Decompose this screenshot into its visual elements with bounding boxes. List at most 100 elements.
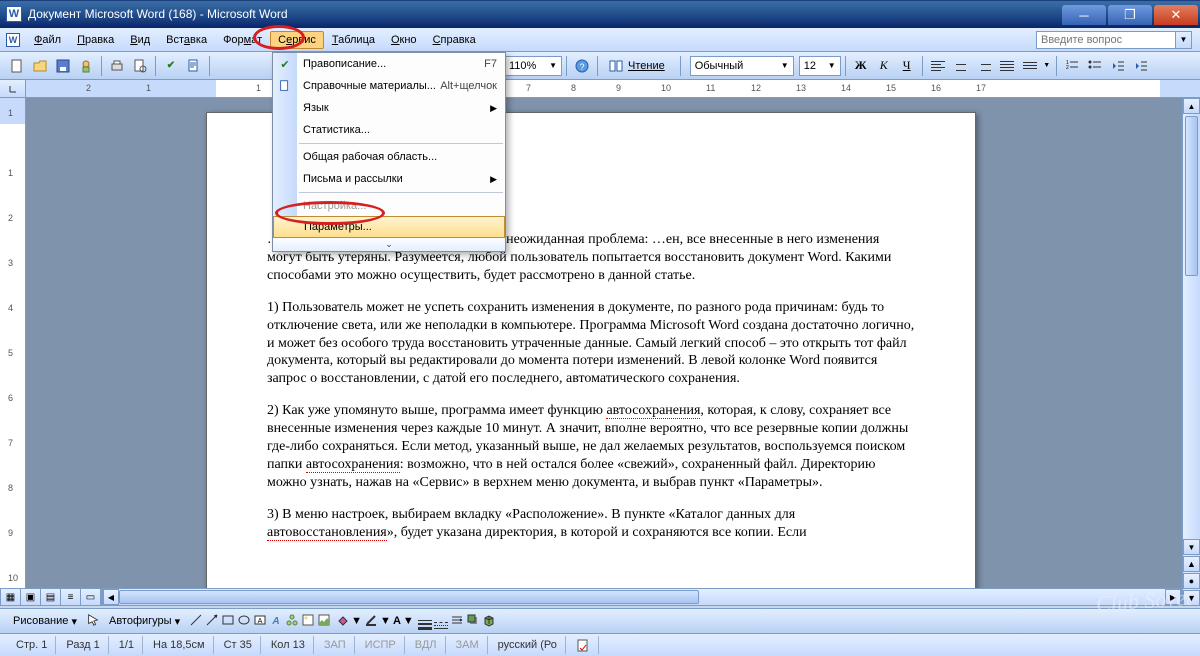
status-rec[interactable]: ЗАП (316, 636, 355, 654)
status-lang[interactable]: русский (Ро (490, 636, 566, 654)
ruler-track[interactable]: 2 1 1 2 3 4 5 6 7 8 9 10 11 12 13 14 15 … (26, 80, 1200, 97)
hscroll-track[interactable] (119, 589, 1165, 605)
menu-tools[interactable]: Сервис (270, 31, 324, 49)
menu-view[interactable]: Вид (122, 31, 158, 49)
picture-button[interactable] (317, 613, 331, 630)
ask-question-dropdown-icon[interactable]: ▼ (1176, 31, 1192, 49)
reading-view-button[interactable]: ▭ (81, 589, 101, 605)
new-doc-button[interactable] (6, 55, 28, 77)
outline-view-button[interactable]: ≡ (61, 589, 81, 605)
line-color-button[interactable] (364, 613, 378, 630)
print-button[interactable] (106, 55, 128, 77)
spellcheck-button[interactable]: ✔ (160, 55, 182, 77)
dd-mailmerge[interactable]: Письма и рассылки ▶ (273, 168, 505, 190)
wordart-button[interactable]: A (269, 613, 283, 630)
menu-format[interactable]: Формат (215, 31, 270, 49)
permission-button[interactable] (75, 55, 97, 77)
scroll-left-button[interactable]: ◀ (103, 589, 119, 605)
dd-expand-chevron[interactable]: ⌄ (273, 237, 505, 251)
arrow-style-button[interactable] (450, 613, 464, 630)
shadow-button[interactable] (466, 613, 480, 630)
research-button[interactable] (183, 55, 205, 77)
vertical-ruler[interactable]: 1 1 2 3 4 5 6 7 8 9 10 (0, 98, 26, 606)
fill-color-button[interactable] (335, 613, 349, 630)
line-spacing-dropdown-icon[interactable]: ▼ (1042, 55, 1052, 77)
arrow-tool-button[interactable] (205, 613, 219, 630)
menu-edit[interactable]: Правка (69, 31, 122, 49)
dd-customize[interactable]: Настройка... (273, 195, 505, 217)
horizontal-scrollbar[interactable]: ◀ ▶ (102, 588, 1182, 606)
align-right-button[interactable] (973, 55, 995, 77)
style-combo[interactable]: Обычный ▼ (690, 56, 794, 76)
align-center-button[interactable] (950, 55, 972, 77)
status-ext[interactable]: ВДЛ (407, 636, 446, 654)
ruler-tab-selector[interactable] (0, 80, 26, 98)
align-left-button[interactable] (927, 55, 949, 77)
web-view-button[interactable]: ▣ (21, 589, 41, 605)
textbox-tool-button[interactable]: A (253, 613, 267, 630)
menu-insert[interactable]: Вставка (158, 31, 215, 49)
dd-research[interactable]: Справочные материалы... Alt+щелчок (273, 75, 505, 97)
scroll-up-button[interactable]: ▲ (1183, 98, 1200, 114)
dd-options[interactable]: Параметры... (273, 216, 505, 238)
status-trk[interactable]: ИСПР (357, 636, 405, 654)
close-button[interactable]: ✕ (1154, 5, 1198, 25)
normal-view-button[interactable]: ▦ (1, 589, 21, 605)
menu-file[interactable]: Файл (26, 31, 69, 49)
dd-shared-workspace[interactable]: Общая рабочая область... (273, 146, 505, 168)
scroll-thumb[interactable] (1185, 116, 1198, 276)
prev-page-button[interactable]: ▲ (1183, 556, 1200, 572)
line-style-button[interactable] (418, 612, 432, 630)
autoshapes-menu[interactable]: Автофигуры ▾ (102, 611, 187, 631)
select-objects-button[interactable] (86, 613, 100, 630)
browse-object-button[interactable]: ● (1183, 573, 1200, 589)
menu-window[interactable]: Окно (383, 31, 425, 49)
oval-tool-button[interactable] (237, 613, 251, 630)
increase-indent-button[interactable] (1130, 55, 1152, 77)
line-spacing-button[interactable] (1019, 55, 1041, 77)
menu-help[interactable]: Справка (425, 31, 484, 49)
print-view-button[interactable]: ▤ (41, 589, 61, 605)
ruler-tick: 15 (886, 83, 896, 93)
align-justify-button[interactable] (996, 55, 1018, 77)
rectangle-tool-button[interactable] (221, 613, 235, 630)
fill-color-dropdown-icon[interactable]: ▼ (351, 615, 362, 627)
scroll-down-button[interactable]: ▼ (1183, 539, 1200, 555)
dd-language[interactable]: Язык ▶ (273, 97, 505, 119)
dd-spellcheck[interactable]: ✔ Правописание... F7 (273, 53, 505, 75)
underline-button[interactable]: Ч (896, 55, 918, 77)
diagram-button[interactable] (285, 613, 299, 630)
font-color-button[interactable]: A (393, 615, 401, 627)
dd-wordcount[interactable]: Статистика... (273, 119, 505, 141)
3d-button[interactable] (482, 613, 496, 630)
status-spellcheck-icon[interactable] (568, 636, 599, 654)
font-color-dropdown-icon[interactable]: ▼ (403, 615, 414, 627)
read-mode-button[interactable]: Чтение (602, 55, 671, 77)
vertical-scrollbar[interactable]: ▲ ▼ ▲ ● ▼ (1182, 98, 1200, 606)
line-color-dropdown-icon[interactable]: ▼ (380, 615, 391, 627)
status-ovr[interactable]: ЗАМ (448, 636, 488, 654)
ask-question-input[interactable] (1036, 31, 1176, 49)
print-preview-button[interactable] (129, 55, 151, 77)
numbering-button[interactable]: 12 (1061, 55, 1083, 77)
open-button[interactable] (29, 55, 51, 77)
line-tool-button[interactable] (189, 613, 203, 630)
save-button[interactable] (52, 55, 74, 77)
hscroll-thumb[interactable] (119, 590, 699, 604)
clipart-button[interactable] (301, 613, 315, 630)
dash-style-button[interactable] (434, 614, 448, 629)
minimize-button[interactable]: ─ (1062, 5, 1106, 25)
decrease-indent-button[interactable] (1107, 55, 1129, 77)
bold-button[interactable]: Ж (850, 55, 872, 77)
zoom-combo[interactable]: 110% ▼ (504, 56, 562, 76)
fontsize-combo[interactable]: 12 ▼ (799, 56, 841, 76)
help-button[interactable]: ? (571, 55, 593, 77)
next-page-button[interactable]: ▼ (1183, 590, 1200, 606)
bullets-button[interactable] (1084, 55, 1106, 77)
drawing-menu[interactable]: Рисование ▾ (6, 611, 84, 631)
italic-button[interactable]: К (873, 55, 895, 77)
menu-table[interactable]: Таблица (324, 31, 383, 49)
document-control-icon[interactable]: W (6, 33, 20, 47)
maximize-button[interactable]: ❐ (1108, 5, 1152, 25)
scroll-right-button[interactable]: ▶ (1165, 589, 1181, 605)
